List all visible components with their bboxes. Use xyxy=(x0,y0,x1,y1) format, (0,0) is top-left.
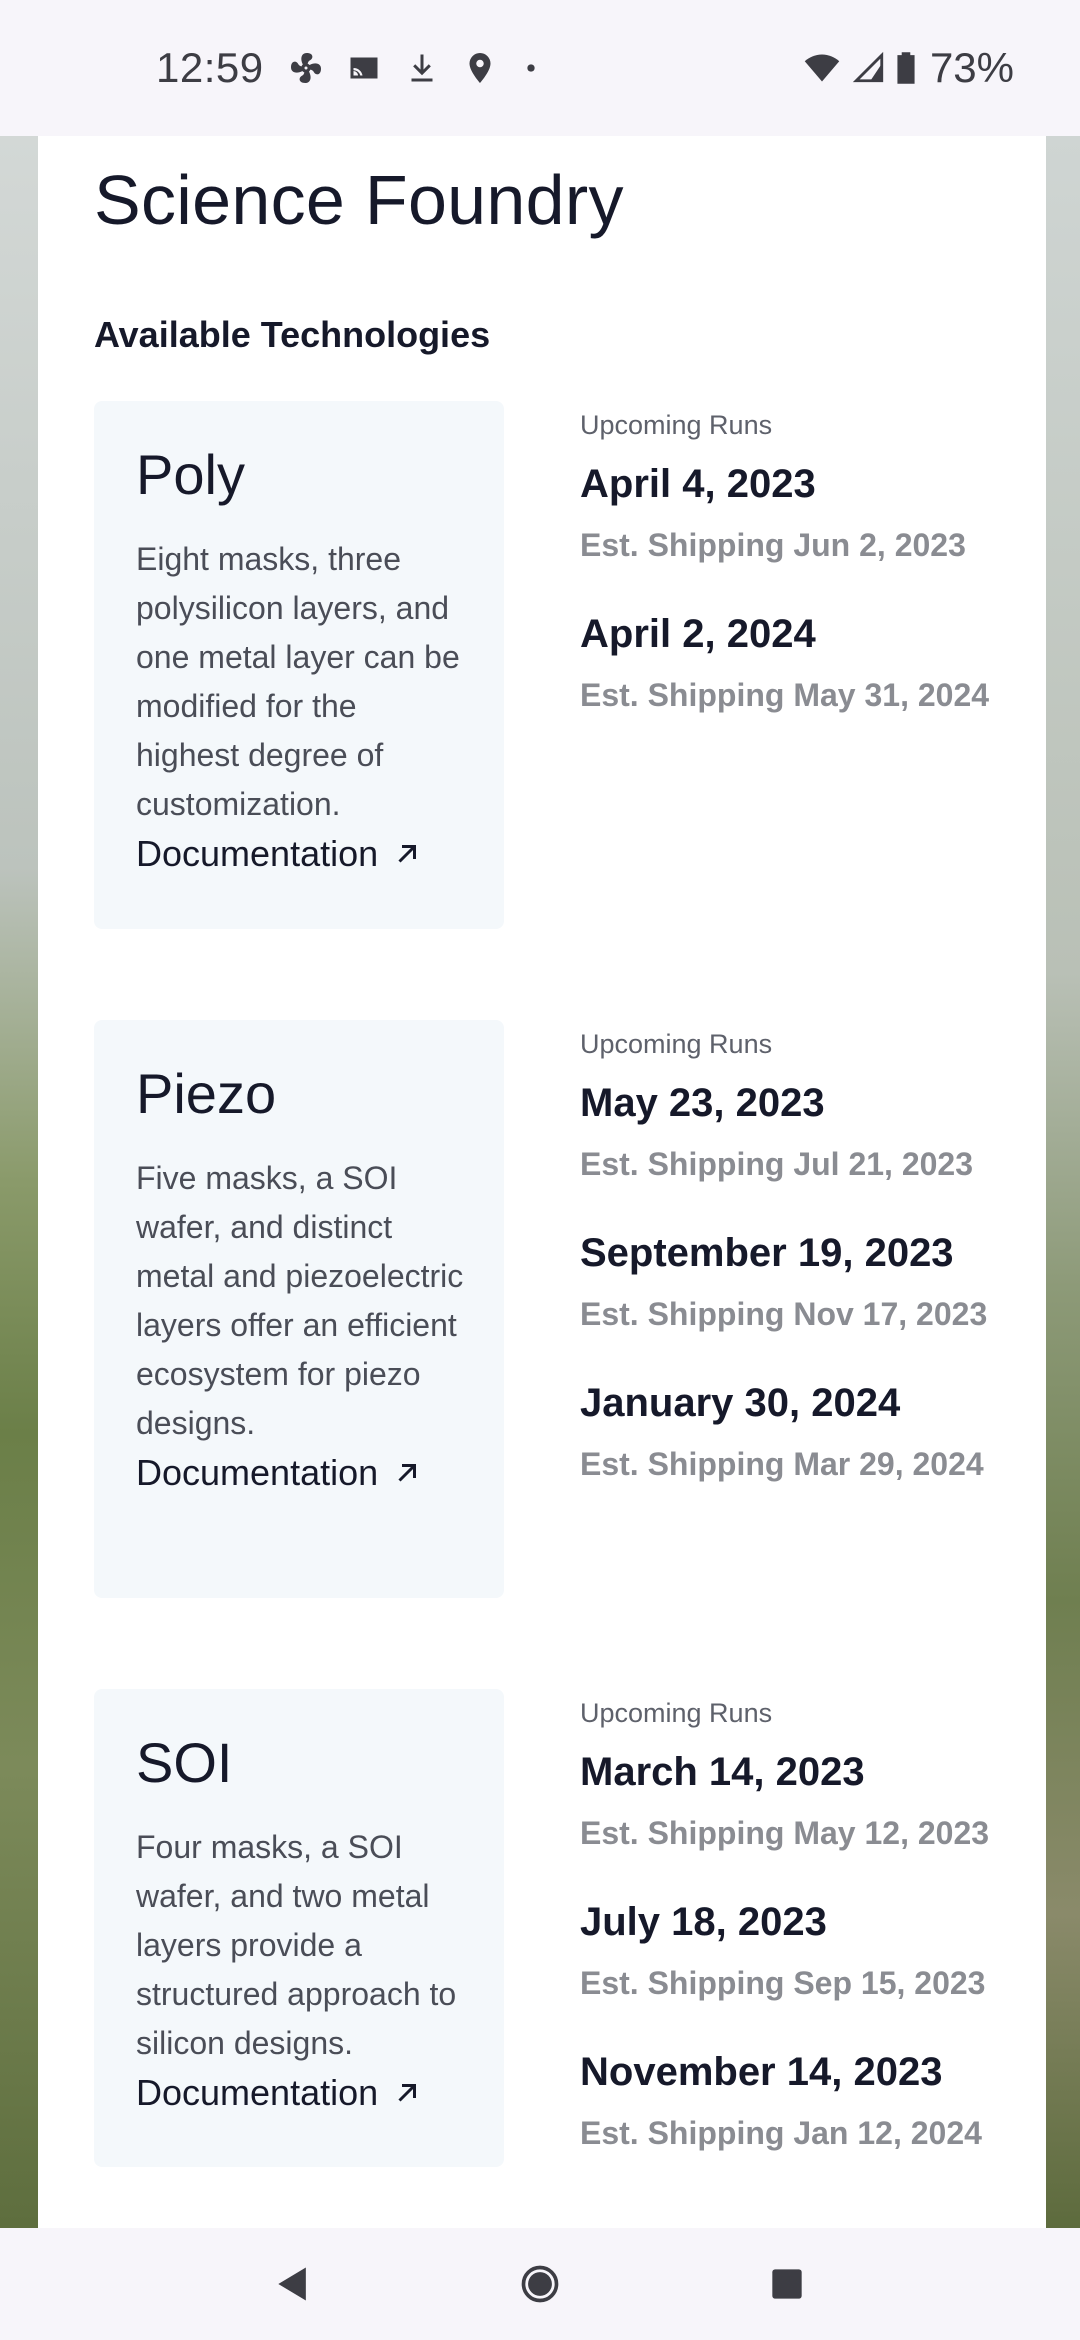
run-shipping: Est. Shipping Jan 12, 2024 xyxy=(580,2115,982,2151)
documentation-label: Documentation xyxy=(136,1452,379,1493)
run-date: May 23, 2023 xyxy=(580,1081,825,1125)
dot-icon xyxy=(526,64,535,72)
run-item: March 14, 2023 Est. Shipping May 12, 202… xyxy=(580,1747,1020,1855)
run-item: January 30, 2024 Est. Shipping Mar 29, 2… xyxy=(580,1378,1020,1486)
technology-card: Piezo Five masks, a SOI wafer, and disti… xyxy=(94,1020,504,1598)
run-date: September 19, 2023 xyxy=(580,1231,954,1275)
technology-description: Four masks, a SOI wafer, and two metal l… xyxy=(136,1829,457,2061)
documentation-link[interactable]: Documentation xyxy=(136,833,422,875)
download-icon xyxy=(411,54,433,82)
section-heading: Available Technologies xyxy=(94,314,491,355)
page-title: Science Foundry xyxy=(94,161,624,239)
technology-card: Poly Eight masks, three polysilicon laye… xyxy=(94,401,504,929)
wifi-icon xyxy=(804,54,840,82)
run-shipping: Est. Shipping Jun 2, 2023 xyxy=(580,527,966,563)
run-shipping: Est. Shipping May 12, 2023 xyxy=(580,1815,990,1851)
home-icon[interactable] xyxy=(518,2262,562,2306)
documentation-link[interactable]: Documentation xyxy=(136,1452,422,1494)
upcoming-runs: Upcoming Runs May 23, 2023 Est. Shipping… xyxy=(580,1020,1020,1486)
run-shipping: Est. Shipping May 31, 2024 xyxy=(580,677,990,713)
status-system-icons: 73% xyxy=(802,44,1014,92)
run-item: September 19, 2023 Est. Shipping Nov 17,… xyxy=(580,1228,1020,1336)
run-shipping: Est. Shipping Mar 29, 2024 xyxy=(580,1446,984,1482)
battery-percentage: 73% xyxy=(929,44,1014,91)
run-item: July 18, 2023 Est. Shipping Sep 15, 2023 xyxy=(580,1897,1020,2005)
technology-name: SOI xyxy=(136,1731,233,1794)
run-date: November 14, 2023 xyxy=(580,2050,943,2094)
run-shipping: Est. Shipping Sep 15, 2023 xyxy=(580,1965,986,2001)
upcoming-runs-label: Upcoming Runs xyxy=(580,1029,773,1059)
technology-description: Eight masks, three polysilicon layers, a… xyxy=(136,541,460,822)
upcoming-runs: Upcoming Runs April 4, 2023 Est. Shippin… xyxy=(580,401,1020,717)
system-nav-bar xyxy=(0,2228,1080,2340)
external-link-arrow-icon xyxy=(398,2084,417,2102)
run-date: March 14, 2023 xyxy=(580,1750,865,1794)
recents-icon[interactable] xyxy=(765,2262,809,2306)
run-date: January 30, 2024 xyxy=(580,1381,901,1425)
upcoming-runs: Upcoming Runs March 14, 2023 Est. Shippi… xyxy=(580,1689,1020,2155)
external-link-arrow-icon xyxy=(398,1464,417,1482)
signal-icon xyxy=(852,51,884,83)
technology-name: Piezo xyxy=(136,1062,277,1125)
documentation-link[interactable]: Documentation xyxy=(136,2072,422,2114)
run-item: May 23, 2023 Est. Shipping Jul 21, 2023 xyxy=(580,1078,1020,1186)
status-bar: 12:59 73% xyxy=(0,0,1080,136)
run-shipping: Est. Shipping Nov 17, 2023 xyxy=(580,1296,988,1332)
status-notification-icons xyxy=(288,50,542,86)
run-date: April 2, 2024 xyxy=(580,612,816,656)
fan-icon xyxy=(290,53,321,83)
external-link-arrow-icon xyxy=(398,845,417,863)
documentation-label: Documentation xyxy=(136,2072,379,2113)
documentation-label: Documentation xyxy=(136,833,379,874)
run-item: April 2, 2024 Est. Shipping May 31, 2024 xyxy=(580,609,1020,717)
technology-name: Poly xyxy=(136,443,245,506)
upcoming-runs-label: Upcoming Runs xyxy=(580,1698,773,1728)
run-shipping: Est. Shipping Jul 21, 2023 xyxy=(580,1146,974,1182)
run-item: April 4, 2023 Est. Shipping Jun 2, 2023 xyxy=(580,459,1020,567)
cast-icon xyxy=(350,57,378,79)
upcoming-runs-label: Upcoming Runs xyxy=(580,410,773,440)
run-date: April 4, 2023 xyxy=(580,462,816,506)
location-icon xyxy=(469,53,491,83)
content-card: Science Foundry Available Technologies P… xyxy=(38,136,1046,2228)
battery-icon xyxy=(897,52,915,84)
back-icon[interactable] xyxy=(271,2262,315,2306)
run-item: November 14, 2023 Est. Shipping Jan 12, … xyxy=(580,2047,1020,2155)
status-time: 12:59 xyxy=(156,44,264,91)
technology-description: Five masks, a SOI wafer, and distinct me… xyxy=(136,1160,464,1441)
technology-card: SOI Four masks, a SOI wafer, and two met… xyxy=(94,1689,504,2167)
run-date: July 18, 2023 xyxy=(580,1900,827,1944)
